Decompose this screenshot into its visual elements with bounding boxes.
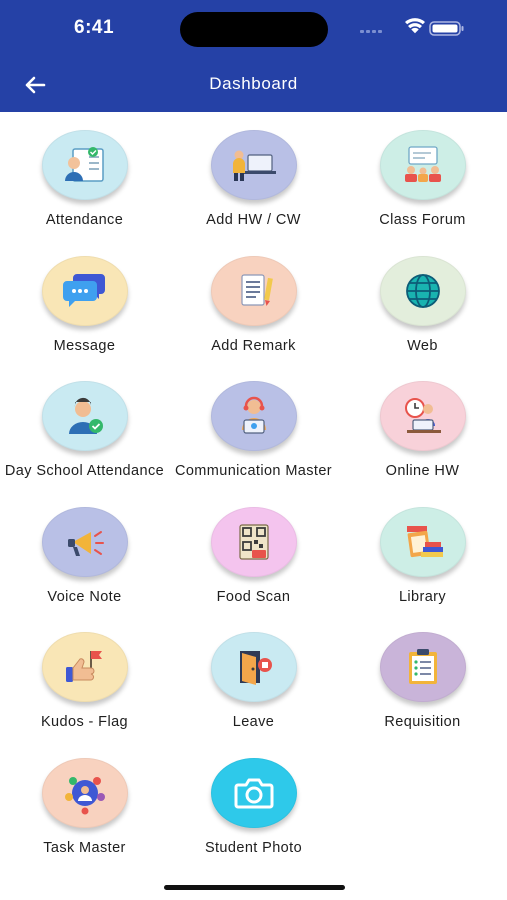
app-header: 6:41 Dashboard xyxy=(0,0,507,112)
attendance-icon xyxy=(41,130,128,200)
communication-icon xyxy=(210,381,297,451)
tile-label: Attendance xyxy=(45,212,124,228)
tile-label: Add HW / CW xyxy=(206,212,301,228)
online-hw-icon xyxy=(379,381,466,451)
door-exit-icon xyxy=(210,632,297,702)
tile-kudos-flag[interactable]: Kudos - Flag xyxy=(0,632,169,758)
tile-label: Kudos - Flag xyxy=(40,714,128,730)
message-icon xyxy=(41,255,128,326)
page-title: Dashboard xyxy=(209,74,298,93)
tile-label: Message xyxy=(53,337,116,354)
tile-student-photo[interactable]: Student Photo xyxy=(169,757,338,884)
battery-icon xyxy=(429,21,464,36)
dashboard-grid: Attendance Add HW / CW Class Forum Messa… xyxy=(0,112,507,883)
tile-label: Student Photo xyxy=(204,839,303,856)
dynamic-island xyxy=(180,12,328,47)
tile-web[interactable]: Web xyxy=(338,255,507,382)
signal-icon xyxy=(360,30,382,33)
day-school-attendance-icon xyxy=(41,381,128,451)
status-icons xyxy=(360,18,464,36)
tile-class-forum[interactable]: Class Forum xyxy=(338,130,507,256)
megaphone-icon xyxy=(41,506,128,577)
status-time: 6:41 xyxy=(74,17,115,38)
remark-icon xyxy=(210,255,297,326)
tile-label: Add Remark xyxy=(211,337,296,354)
tile-leave[interactable]: Leave xyxy=(169,632,338,758)
tile-add-hw-cw[interactable]: Add HW / CW xyxy=(169,130,338,256)
tile-add-remark[interactable]: Add Remark xyxy=(169,255,338,382)
wifi-icon xyxy=(405,18,425,34)
home-indicator[interactable] xyxy=(164,885,345,890)
tile-label: Day School Attendance xyxy=(4,463,165,479)
tile-label: Requisition xyxy=(384,714,461,730)
tile-label: Task Master xyxy=(43,839,126,856)
tile-label: Food Scan xyxy=(216,588,291,605)
thumbs-up-flag-icon xyxy=(41,632,128,702)
clipboard-icon xyxy=(379,632,466,702)
tile-library[interactable]: Library xyxy=(338,506,507,633)
tile-task-master[interactable]: Task Master xyxy=(0,757,169,884)
tile-label: Leave xyxy=(232,714,275,730)
tile-requisition[interactable]: Requisition xyxy=(338,632,507,758)
tile-food-scan[interactable]: Food Scan xyxy=(169,506,338,633)
tile-day-school-attendance[interactable]: Day School Attendance xyxy=(0,381,169,507)
tile-message[interactable]: Message xyxy=(0,255,169,382)
homework-icon xyxy=(210,130,297,200)
globe-icon xyxy=(379,255,466,326)
class-forum-icon xyxy=(379,130,466,200)
tile-label: Class Forum xyxy=(379,212,466,228)
tile-attendance[interactable]: Attendance xyxy=(0,130,169,256)
tile-communication-master[interactable]: Communication Master xyxy=(169,381,338,507)
task-network-icon xyxy=(41,757,128,828)
tile-label: Web xyxy=(407,337,438,354)
books-icon xyxy=(379,506,466,577)
tile-label: Voice Note xyxy=(47,588,122,605)
tile-online-hw[interactable]: Online HW xyxy=(338,381,507,507)
tile-label: Online HW xyxy=(385,463,460,479)
tile-voice-note[interactable]: Voice Note xyxy=(0,506,169,633)
qr-food-icon xyxy=(210,506,297,577)
camera-icon xyxy=(210,757,297,828)
tile-label: Communication Master xyxy=(174,463,333,479)
tile-label: Library xyxy=(398,588,447,605)
